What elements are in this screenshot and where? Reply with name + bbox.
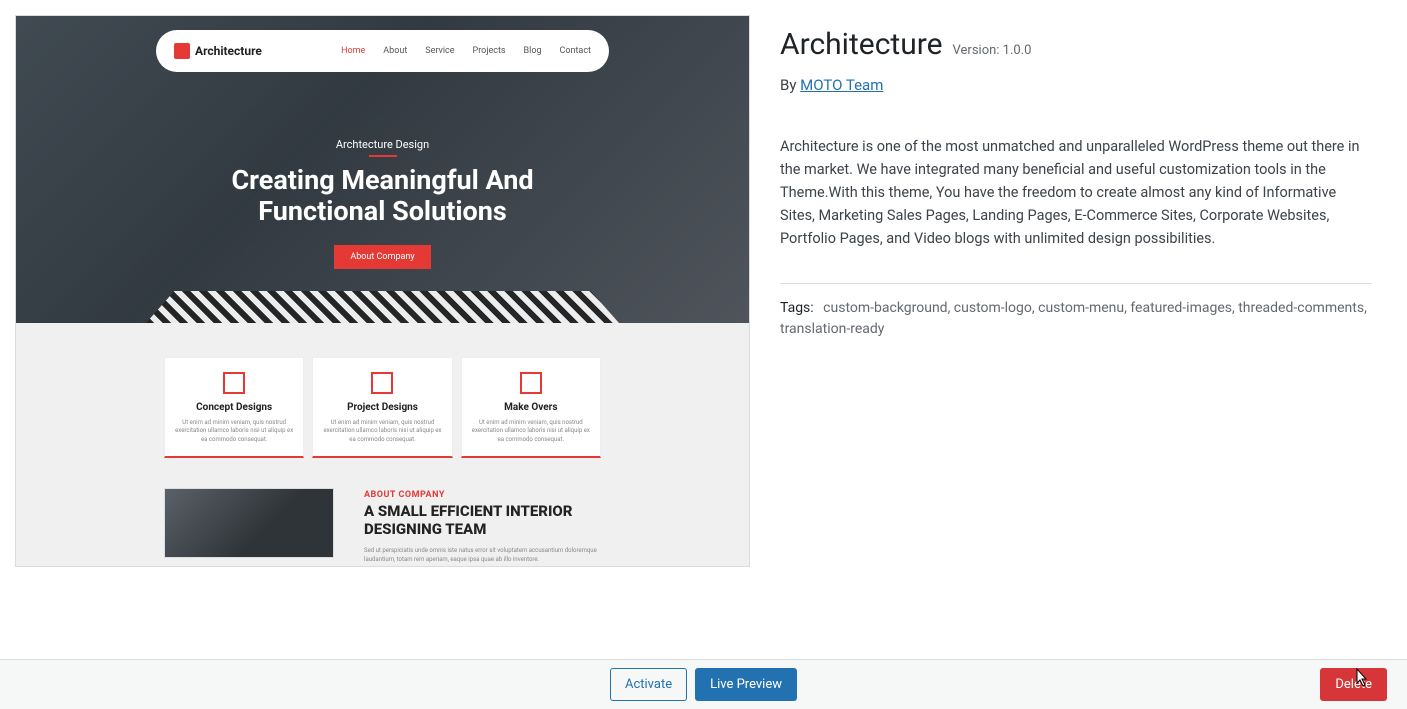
- divider: [780, 283, 1372, 284]
- preview-navbar: Architecture Home About Service Projects…: [156, 30, 609, 72]
- theme-byline: By MOTO Team: [780, 76, 1372, 94]
- preview-logo-text: Architecture: [195, 44, 262, 58]
- about-title: A SMALL EFFICIENT INTERIOR DESIGNING TEA…: [364, 502, 601, 538]
- card-title: Make Overs: [472, 402, 590, 413]
- by-prefix: By: [780, 76, 800, 94]
- preview-about-image: [164, 488, 334, 558]
- preview-menu-projects: Projects: [473, 46, 506, 56]
- theme-description: Architecture is one of the most unmatche…: [780, 136, 1372, 251]
- preview-cards-row: Concept Designs Ut enim ad minim veniam,…: [16, 323, 749, 482]
- theme-header: Architecture Version: 1.0.0: [780, 27, 1372, 62]
- modal-footer: Activate Live Preview Delete: [0, 659, 1407, 709]
- preview-hero: Architecture Home About Service Projects…: [16, 16, 749, 323]
- theme-title: Architecture: [780, 27, 943, 62]
- preview-rug-pattern: [146, 291, 619, 323]
- live-preview-button[interactable]: Live Preview: [695, 668, 797, 701]
- about-desc: Sed ut perspiciatis unde omnis iste natu…: [364, 546, 601, 564]
- card-icon: [223, 372, 245, 394]
- card-icon: [520, 372, 542, 394]
- card-title: Project Designs: [323, 402, 441, 413]
- card-title: Concept Designs: [175, 402, 293, 413]
- screenshot-column: Architecture Home About Service Projects…: [15, 15, 750, 645]
- preview-about-text: ABOUT COMPANY A SMALL EFFICIENT INTERIOR…: [364, 488, 601, 564]
- tags-label: Tags:: [780, 300, 814, 316]
- preview-hero-tag: Archtecture Design: [16, 138, 749, 157]
- tags-list: custom-background, custom-logo, custom-m…: [780, 300, 1367, 337]
- preview-menu-home: Home: [341, 46, 365, 56]
- card-text: Ut enim ad minim veniam, quis nostrud ex…: [323, 419, 441, 444]
- about-label: ABOUT COMPANY: [364, 490, 601, 500]
- preview-hero-button: About Company: [334, 245, 430, 269]
- preview-card: Concept Designs Ut enim ad minim veniam,…: [164, 357, 304, 458]
- preview-logo: Architecture: [174, 43, 262, 59]
- theme-version: Version: 1.0.0: [953, 43, 1032, 58]
- preview-menu-contact: Contact: [560, 46, 591, 56]
- preview-card: Make Overs Ut enim ad minim veniam, quis…: [461, 357, 601, 458]
- preview-hero-center: Archtecture Design Creating Meaningful A…: [16, 138, 749, 269]
- card-text: Ut enim ad minim veniam, quis nostrud ex…: [472, 419, 590, 444]
- card-icon: [371, 372, 393, 394]
- logo-icon: [174, 43, 190, 59]
- preview-menu-about: About: [383, 46, 407, 56]
- preview-menu: Home About Service Projects Blog Contact: [341, 46, 591, 56]
- preview-about-row: ABOUT COMPANY A SMALL EFFICIENT INTERIOR…: [16, 482, 749, 564]
- theme-author-link[interactable]: MOTO Team: [800, 76, 883, 94]
- activate-button[interactable]: Activate: [610, 668, 687, 701]
- preview-menu-blog: Blog: [524, 46, 542, 56]
- theme-screenshot: Architecture Home About Service Projects…: [15, 15, 750, 567]
- preview-hero-title: Creating Meaningful And Functional Solut…: [16, 165, 749, 227]
- card-text: Ut enim ad minim veniam, quis nostrud ex…: [175, 419, 293, 444]
- theme-tags: Tags: custom-background, custom-logo, cu…: [780, 298, 1372, 340]
- theme-details-modal: Architecture Home About Service Projects…: [0, 0, 1407, 660]
- theme-info-column: Architecture Version: 1.0.0 By MOTO Team…: [750, 15, 1392, 645]
- preview-menu-service: Service: [425, 46, 454, 56]
- delete-button[interactable]: Delete: [1320, 668, 1387, 701]
- preview-card: Project Designs Ut enim ad minim veniam,…: [312, 357, 452, 458]
